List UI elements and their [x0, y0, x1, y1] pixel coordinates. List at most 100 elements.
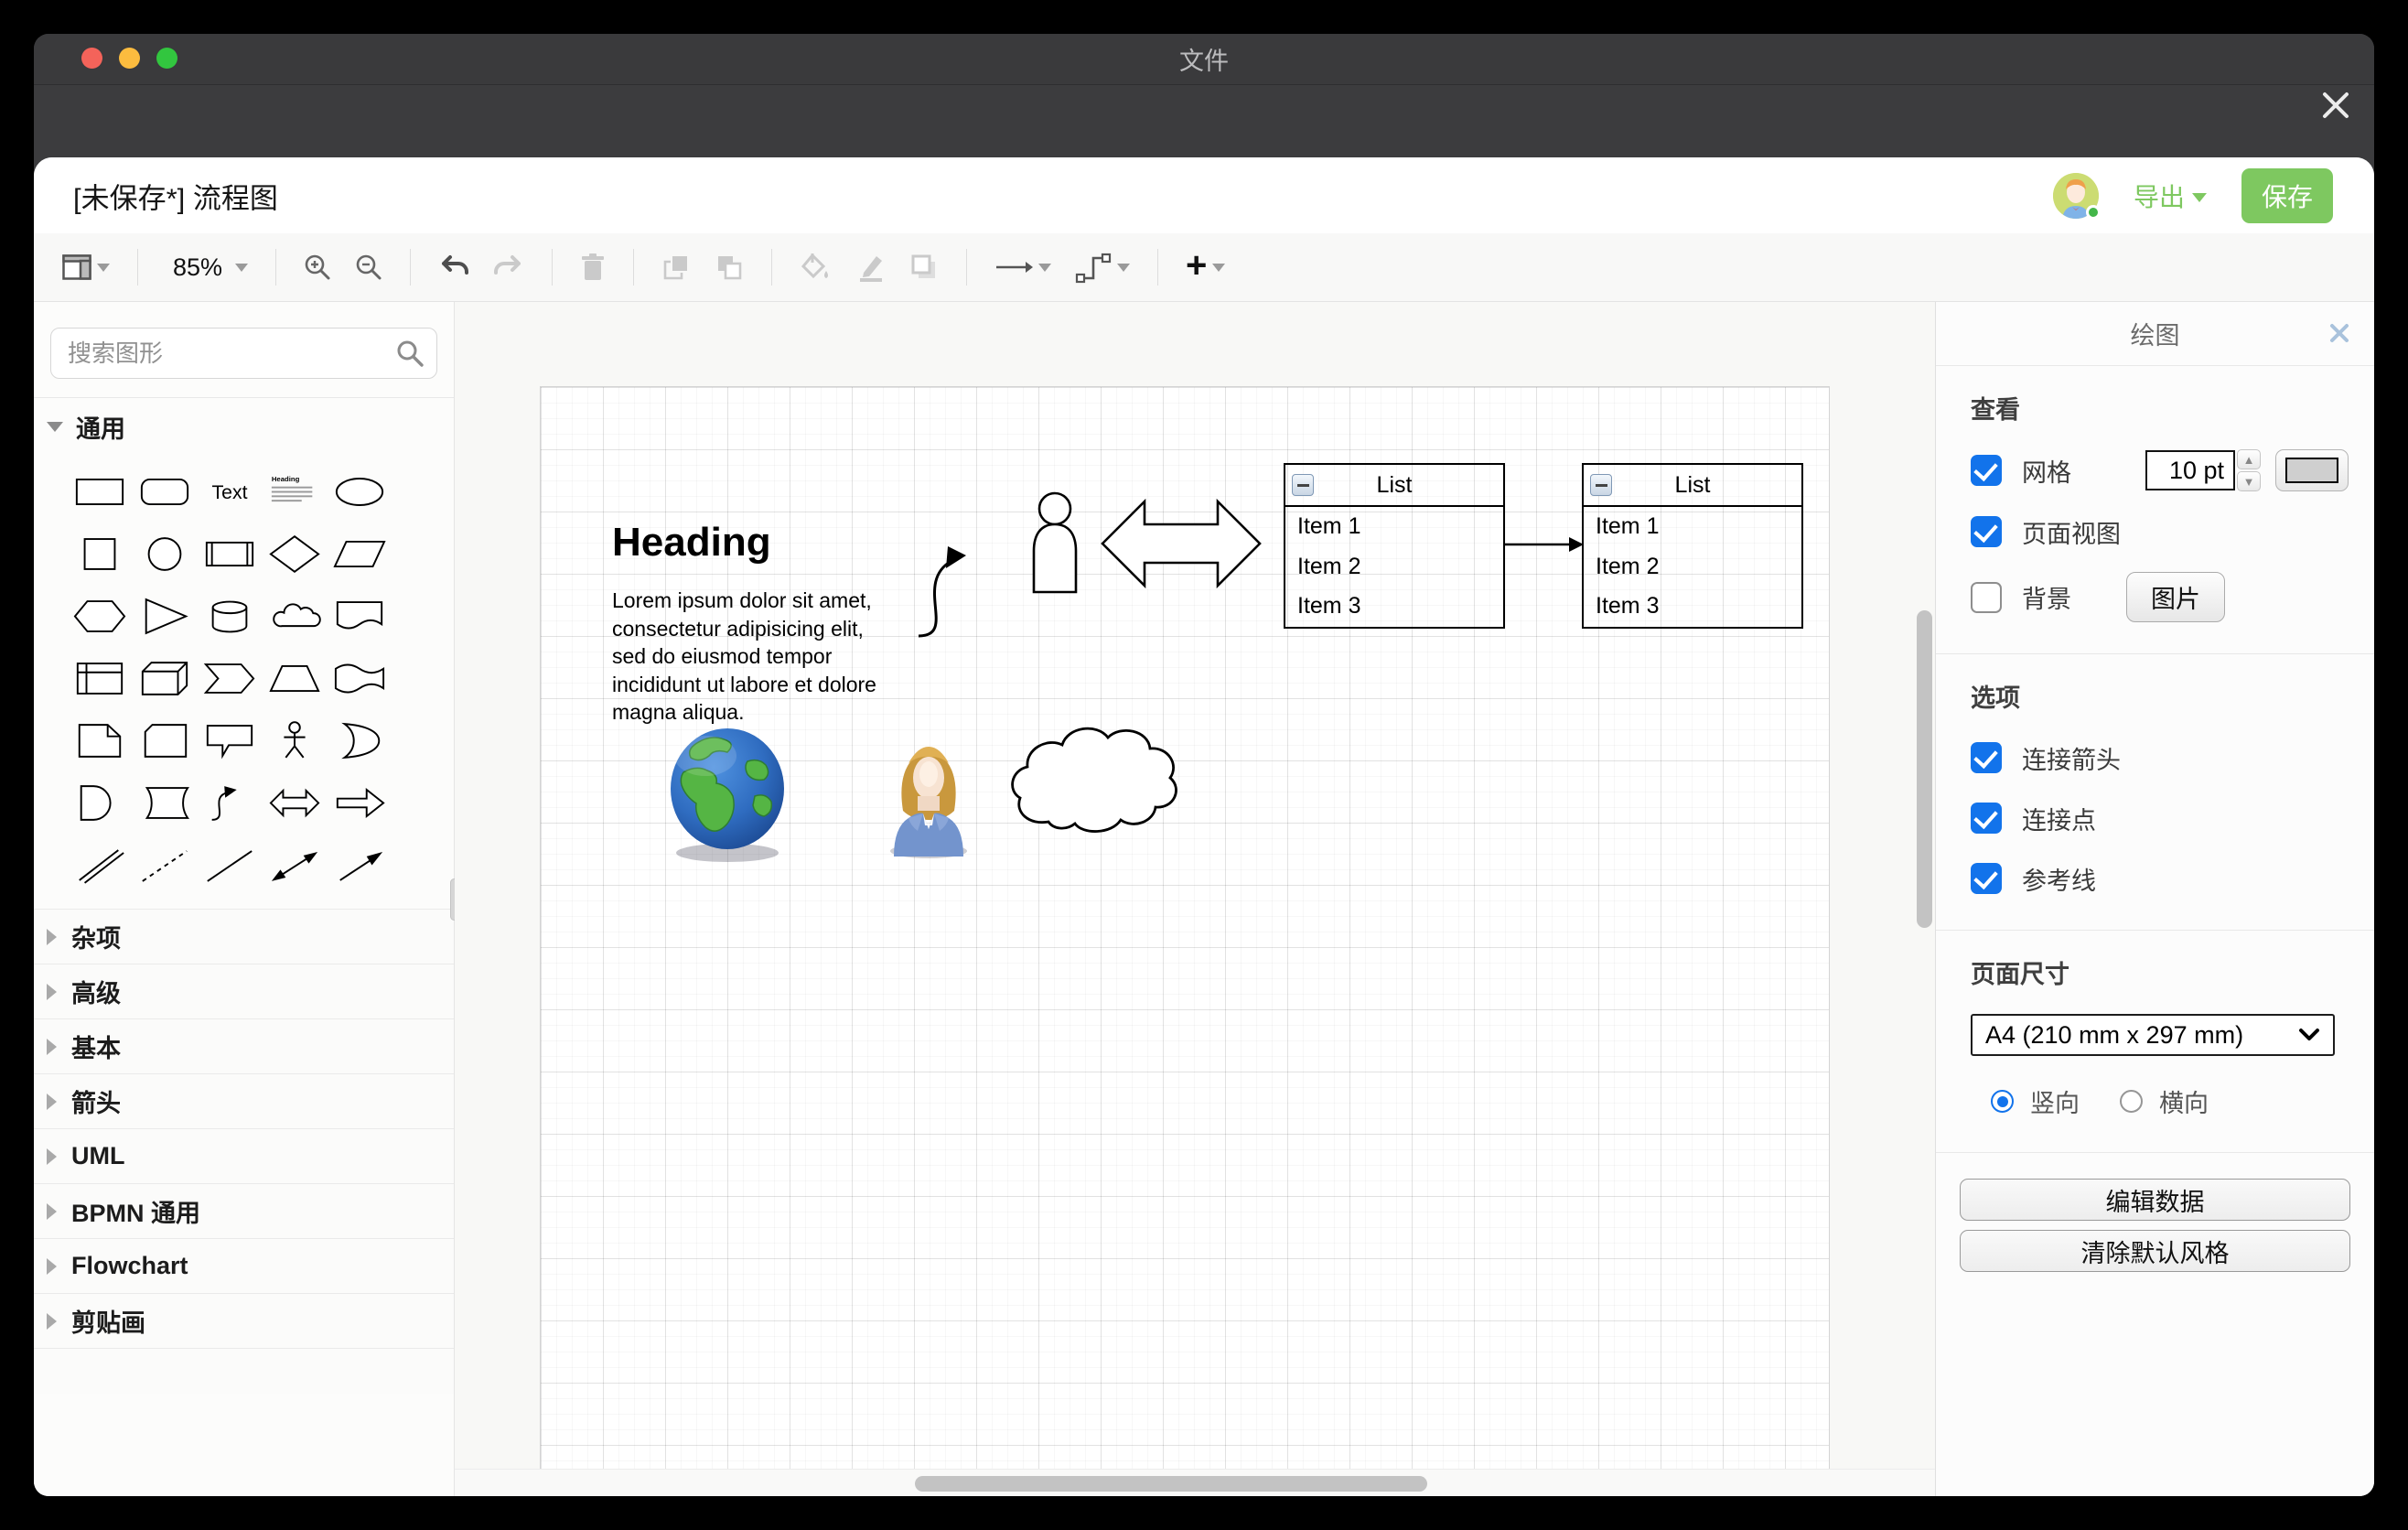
shape-directional-connector[interactable] [327, 834, 392, 896]
drawing-canvas[interactable]: Heading Lorem ipsum dolor sit amet, cons… [455, 302, 1935, 1496]
grid-size-stepper[interactable]: ▲ ▼ [2237, 449, 2261, 491]
background-checkbox[interactable] [1971, 582, 2002, 613]
portrait-radio[interactable] [1991, 1090, 2014, 1113]
sidebar-section-general[interactable]: 通用 [34, 398, 454, 455]
shape-bidirectional-connector[interactable] [262, 834, 327, 896]
sidebar-section-misc[interactable]: 杂项 [34, 909, 454, 964]
canvas-actor-shape[interactable] [1021, 490, 1089, 595]
canvas-woman-clipart[interactable] [881, 739, 976, 858]
save-button[interactable]: 保存 [2241, 168, 2333, 223]
shape-triangle[interactable] [132, 585, 197, 647]
redo-button[interactable] [488, 251, 530, 284]
insert-button[interactable]: + [1180, 247, 1231, 287]
shape-cylinder[interactable] [197, 585, 262, 647]
sidebar-section-clipart[interactable]: 剪贴画 [34, 1293, 454, 1348]
shape-circle[interactable] [132, 523, 197, 585]
sidebar-section-basic[interactable]: 基本 [34, 1018, 454, 1073]
shape-parallelogram[interactable] [327, 523, 392, 585]
shape-process[interactable] [197, 523, 262, 585]
horizontal-scrollbar-thumb[interactable] [915, 1476, 1427, 1492]
shape-step[interactable] [197, 647, 262, 709]
collapse-minus-icon[interactable] [1292, 474, 1314, 496]
shape-dashed-line[interactable] [132, 834, 197, 896]
shape-cube[interactable] [132, 647, 197, 709]
shape-bidirectional-arrow[interactable] [262, 771, 327, 834]
shape-diamond[interactable] [262, 523, 327, 585]
canvas-heading-text[interactable]: Heading [612, 520, 771, 566]
list-item[interactable]: Item 3 [1584, 587, 1801, 627]
shape-arrow[interactable] [327, 771, 392, 834]
shape-data-storage[interactable] [132, 771, 197, 834]
clear-default-style-button[interactable]: 清除默认风格 [1960, 1230, 2350, 1272]
sidebar-section-flowchart[interactable]: Flowchart [34, 1238, 454, 1293]
canvas-connector-arrow[interactable] [1505, 531, 1584, 558]
canvas-paragraph-text[interactable]: Lorem ipsum dolor sit amet, consectetur … [612, 587, 891, 727]
page-view-checkbox[interactable] [1971, 516, 2002, 547]
view-layout-button[interactable] [57, 251, 115, 284]
shape-note[interactable] [67, 709, 132, 771]
close-traffic-button[interactable] [81, 48, 102, 69]
grid-color-button[interactable] [2275, 449, 2349, 491]
undo-button[interactable] [433, 251, 475, 284]
shape-actor[interactable] [262, 709, 327, 771]
shape-tape[interactable] [327, 647, 392, 709]
minimize-traffic-button[interactable] [119, 48, 140, 69]
shape-or[interactable] [327, 709, 392, 771]
shape-cloud[interactable] [262, 585, 327, 647]
zoom-out-button[interactable] [349, 250, 388, 285]
landscape-radio[interactable] [2120, 1090, 2143, 1113]
shape-curve[interactable] [197, 771, 262, 834]
to-back-button[interactable] [709, 249, 749, 286]
list-item[interactable]: Item 1 [1285, 507, 1503, 547]
connection-style-button[interactable] [989, 254, 1057, 280]
shadow-button[interactable] [904, 249, 944, 286]
zoom-in-button[interactable] [298, 250, 337, 285]
canvas-list-1[interactable]: List Item 1Item 2Item 3 [1284, 463, 1505, 629]
list-item[interactable]: Item 2 [1285, 547, 1503, 587]
shape-link[interactable] [67, 834, 132, 896]
shape-document[interactable] [327, 585, 392, 647]
shape-text[interactable]: Text [197, 460, 262, 523]
page-size-select[interactable]: A4 (210 mm x 297 mm) [1971, 1014, 2335, 1056]
canvas-curve-arrow[interactable] [908, 535, 999, 645]
connection-points-checkbox[interactable] [1971, 803, 2002, 834]
maximize-traffic-button[interactable] [156, 48, 177, 69]
sidebar-section-bpmn[interactable]: BPMN 通用 [34, 1183, 454, 1238]
to-front-button[interactable] [656, 249, 696, 286]
vertical-scrollbar[interactable] [1917, 610, 1932, 928]
edit-data-button[interactable]: 编辑数据 [1960, 1179, 2350, 1221]
grid-size-input[interactable] [2145, 450, 2235, 490]
delete-button[interactable] [575, 249, 611, 286]
guides-checkbox[interactable] [1971, 863, 2002, 894]
canvas-bidirectional-arrow-shape[interactable] [1100, 488, 1263, 599]
sidebar-section-arrows[interactable]: 箭头 [34, 1073, 454, 1128]
search-input[interactable] [50, 328, 437, 379]
connection-arrows-checkbox[interactable] [1971, 742, 2002, 773]
list-item[interactable]: Item 3 [1285, 587, 1503, 627]
shape-and[interactable] [67, 771, 132, 834]
export-button[interactable]: 导出 [2134, 178, 2207, 214]
list-item[interactable]: Item 2 [1584, 547, 1801, 587]
shape-ellipse[interactable] [327, 460, 392, 523]
shape-hexagon[interactable] [67, 585, 132, 647]
list-item[interactable]: Item 1 [1584, 507, 1801, 547]
horizontal-scrollbar-track[interactable] [455, 1469, 1935, 1496]
shape-card[interactable] [132, 709, 197, 771]
fill-color-button[interactable] [794, 249, 836, 286]
shape-line[interactable] [197, 834, 262, 896]
sidebar-section-advanced[interactable]: 高级 [34, 964, 454, 1018]
canvas-globe-clipart[interactable] [663, 725, 791, 864]
sidebar-section-uml[interactable]: UML [34, 1128, 454, 1183]
collapse-minus-icon[interactable] [1590, 474, 1612, 496]
canvas-cloud-shape[interactable] [1004, 714, 1183, 847]
line-color-button[interactable] [849, 249, 891, 286]
panel-close-icon[interactable] [2327, 320, 2352, 352]
stepper-down-icon[interactable]: ▼ [2237, 471, 2261, 491]
shape-textbox[interactable]: Heading [262, 460, 327, 523]
shape-square[interactable] [67, 523, 132, 585]
shape-trapezoid[interactable] [262, 647, 327, 709]
grid-checkbox[interactable] [1971, 455, 2002, 486]
zoom-level-dropdown[interactable]: 85% [160, 250, 253, 286]
shape-rectangle[interactable] [67, 460, 132, 523]
close-icon[interactable] [2317, 87, 2354, 124]
